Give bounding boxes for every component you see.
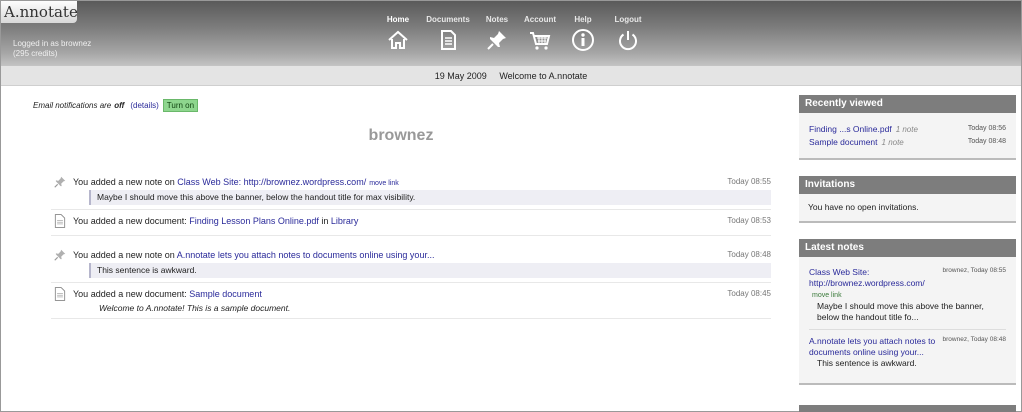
move-link[interactable]: move link <box>369 180 399 187</box>
pushpin-icon <box>51 247 69 263</box>
activity-list: You added a new note on Class Web Site: … <box>51 173 771 319</box>
turn-on-button[interactable]: Turn on <box>162 99 199 112</box>
panel-title: Latest notes <box>799 239 1016 257</box>
recent-doc-link[interactable]: Sample document <box>809 137 878 147</box>
nav-home-label: Home <box>386 15 410 24</box>
date-bar: 19 May 2009 Welcome to A.nnotate <box>1 66 1021 86</box>
next-panel-header <box>799 405 1016 412</box>
nav-documents[interactable]: Documents <box>420 15 476 52</box>
invitations-panel: Invitations You have no open invitations… <box>799 176 1016 223</box>
main-nav: Home Documents Notes Account Help Logout <box>376 15 652 52</box>
nav-documents-label: Documents <box>426 15 470 24</box>
activity-prefix: You added a new document: <box>73 215 187 226</box>
nav-home[interactable]: Home <box>376 15 420 52</box>
latest-note-item: A.nnotate lets you attach notes to docum… <box>809 336 1006 375</box>
recent-item: Sample document 1 note Today 08:48 <box>809 135 1006 148</box>
note-meta: brownez, Today 08:48 <box>942 336 1006 343</box>
panel-title: Invitations <box>799 176 1016 194</box>
email-notifications: Email notifications are off (details) Tu… <box>33 99 199 112</box>
activity-item: You added a new note on Class Web Site: … <box>51 173 771 210</box>
panel-title: Recently viewed <box>799 95 1016 113</box>
document-icon[interactable] <box>436 28 460 52</box>
note-doc-link[interactable]: A.nnotate lets you attach notes to docum… <box>809 336 939 358</box>
activity-text: You added a new document: Sample documen… <box>73 289 262 299</box>
logo[interactable]: A.nnotate <box>4 3 78 21</box>
document-description: Welcome to A.nnotate! This is a sample d… <box>99 303 291 313</box>
pushpin-icon[interactable] <box>485 28 509 52</box>
recently-viewed-panel: Recently viewed Finding ...s Online.pdf 1… <box>799 95 1016 160</box>
login-status: Logged in as brownez (295 credits) <box>13 39 91 59</box>
activity-prefix: You added a new document: <box>73 288 187 299</box>
details-link[interactable]: (details) <box>130 101 158 110</box>
nav-account[interactable]: Account <box>518 15 562 52</box>
sidebar: Recently viewed Finding ...s Online.pdf 1… <box>799 95 1016 385</box>
email-prefix: Email notifications are <box>33 101 112 110</box>
activity-item: You added a new document: Finding Lesson… <box>51 212 771 236</box>
activity-time: Today 08:48 <box>727 250 771 259</box>
nav-help-label: Help <box>574 15 592 24</box>
current-date: 19 May 2009 <box>434 71 487 81</box>
activity-item: You added a new document: Sample documen… <box>51 285 771 319</box>
recent-time: Today 08:48 <box>967 138 1006 145</box>
note-text: This sentence is awkward. <box>817 358 917 368</box>
logged-in-text: Logged in as brownez <box>13 39 92 48</box>
nav-notes[interactable]: Notes <box>476 15 518 52</box>
note-quote: This sentence is awkward. <box>89 263 771 278</box>
info-icon[interactable] <box>571 28 595 52</box>
nav-account-label: Account <box>524 15 556 24</box>
invitations-text: You have no open invitations. <box>808 202 919 212</box>
activity-prefix: You added a new note on <box>73 249 175 260</box>
power-icon[interactable] <box>616 28 640 52</box>
logo-box: A.nnotate <box>1 1 78 23</box>
document-icon <box>51 213 69 229</box>
note-doc-link[interactable]: Class Web Site: http://brownez.wordpress… <box>809 267 939 301</box>
recent-doc-link[interactable]: Finding ...s Online.pdf <box>809 124 892 134</box>
welcome-text: Welcome to A.nnotate <box>499 71 588 81</box>
page-title: brownez <box>368 127 434 144</box>
activity-time: Today 08:45 <box>727 289 771 298</box>
activity-link[interactable]: A.nnotate lets you attach notes to docum… <box>177 250 435 260</box>
activity-link[interactable]: Class Web Site: http://brownez.wordpress… <box>177 177 366 187</box>
move-link[interactable]: move link <box>812 292 842 299</box>
activity-time: Today 08:55 <box>727 177 771 186</box>
activity-link[interactable]: Sample document <box>189 289 262 299</box>
note-count: 1 note <box>895 124 918 134</box>
recent-item: Finding ...s Online.pdf 1 note Today 08:5… <box>809 122 1006 135</box>
activity-item: You added a new note on A.nnotate lets y… <box>51 246 771 283</box>
activity-link[interactable]: Finding Lesson Plans Online.pdf <box>189 216 319 226</box>
nav-help[interactable]: Help <box>562 15 604 52</box>
note-count: 1 note <box>881 137 904 147</box>
activity-text: You added a new note on Class Web Site: … <box>73 177 399 187</box>
nav-logout-label: Logout <box>614 15 642 24</box>
note-quote: Maybe I should move this above the banne… <box>89 190 771 205</box>
nav-notes-label: Notes <box>485 15 509 24</box>
activity-prefix: You added a new note on <box>73 176 175 187</box>
latest-notes-panel: Latest notes Class Web Site: http://brow… <box>799 239 1016 385</box>
latest-note-item: Class Web Site: http://brownez.wordpress… <box>809 267 1006 330</box>
activity-text: You added a new note on A.nnotate lets y… <box>73 250 434 260</box>
cart-icon[interactable] <box>528 28 552 52</box>
pushpin-icon <box>51 174 69 190</box>
header-bar: A.nnotate Logged in as brownez (295 cred… <box>1 1 1021 66</box>
email-state: off <box>114 101 125 110</box>
note-meta: brownez, Today 08:55 <box>942 267 1006 274</box>
credits-text: (295 credits) <box>13 49 58 58</box>
document-icon <box>51 286 69 302</box>
activity-time: Today 08:53 <box>727 216 771 225</box>
recent-time: Today 08:56 <box>967 125 1006 132</box>
note-text: Maybe I should move this above the banne… <box>817 301 984 322</box>
home-icon[interactable] <box>386 28 410 52</box>
activity-text: You added a new document: Finding Lesson… <box>73 216 358 226</box>
note-doc-link-text[interactable]: Class Web Site: http://brownez.wordpress… <box>809 267 925 288</box>
nav-logout[interactable]: Logout <box>604 15 652 52</box>
activity-in: in <box>321 215 329 226</box>
folder-link[interactable]: Library <box>331 216 359 226</box>
